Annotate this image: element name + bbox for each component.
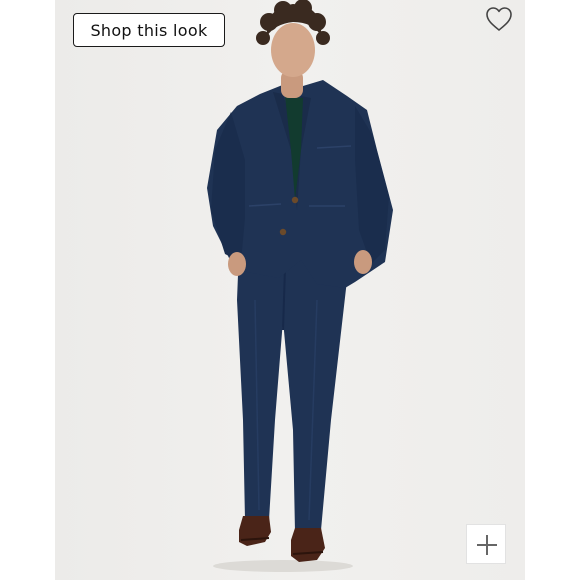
product-photo bbox=[55, 0, 525, 580]
left-hand bbox=[228, 252, 246, 276]
heart-outline-icon bbox=[486, 7, 512, 31]
plus-icon bbox=[477, 535, 497, 555]
model-illustration bbox=[207, 0, 393, 572]
trousers bbox=[237, 248, 347, 532]
product-image-viewer: Shop this look bbox=[0, 0, 580, 580]
floor-shadow bbox=[213, 560, 353, 572]
expand-image-button[interactable] bbox=[466, 524, 506, 564]
favorite-button[interactable] bbox=[484, 5, 514, 33]
right-hand bbox=[354, 250, 372, 274]
shop-this-look-button[interactable]: Shop this look bbox=[73, 13, 225, 47]
